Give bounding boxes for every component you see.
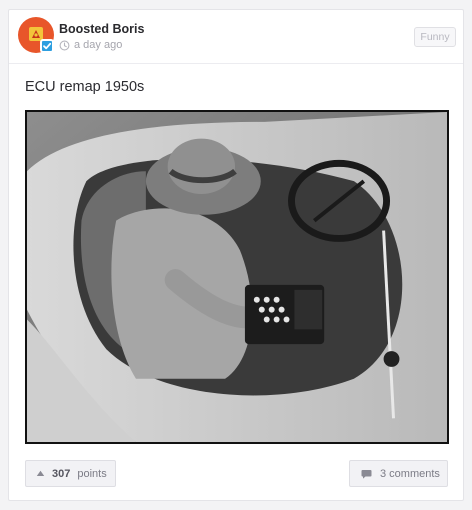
points-label: points [77,467,107,480]
comments-label: 3 comments [380,467,440,480]
avatar[interactable] [18,17,54,53]
time-text: a day ago [74,39,123,51]
post-card: Boosted Boris a day ago Funny ECU remap … [8,9,464,501]
photo-illustration [27,112,447,442]
category-tag[interactable]: Funny [414,27,456,47]
points-count: 307 [52,467,71,480]
post-header: Boosted Boris a day ago Funny [9,10,463,64]
speech-bubble-icon [361,469,372,479]
post-image[interactable] [25,110,449,444]
clock-icon [59,40,70,50]
caret-up-icon [36,470,45,476]
post-time: a day ago [59,38,122,52]
author-name[interactable]: Boosted Boris [59,22,144,36]
upvote-button[interactable]: 307 points [25,460,116,487]
post-title[interactable]: ECU remap 1950s [25,79,144,95]
comments-button[interactable]: 3 comments [349,460,448,487]
verified-badge-icon [40,39,54,53]
